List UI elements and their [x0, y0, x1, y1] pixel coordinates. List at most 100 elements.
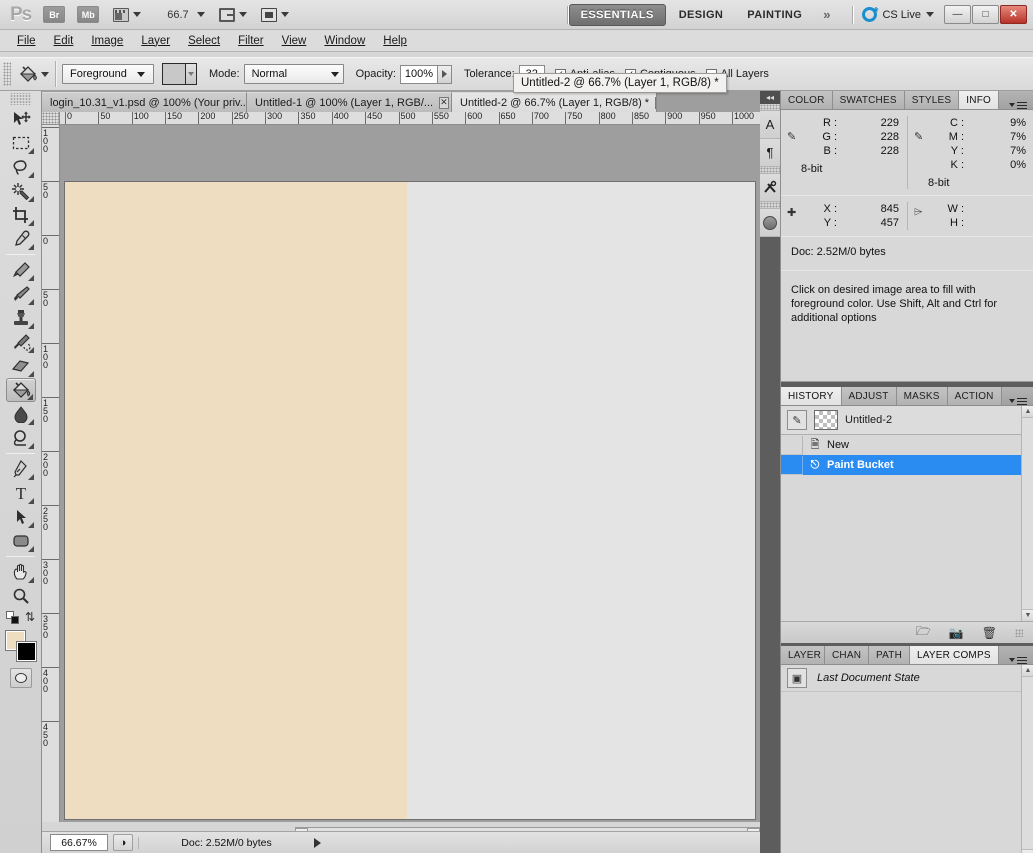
tab-history[interactable]: HISTORY [781, 387, 842, 405]
dock-group-grip[interactable] [760, 167, 780, 174]
history-state-row-new[interactable]: 🗎 New [781, 435, 1033, 455]
history-brush-tool[interactable] [6, 330, 36, 354]
history-panel-body[interactable]: ✎ Untitled-2 🗎 New ⎋ Paint Bucket ▲ ▼ [781, 406, 1033, 621]
launch-bridge-button[interactable]: Br [43, 6, 66, 23]
menu-view[interactable]: View [273, 33, 316, 49]
maximize-button[interactable]: □ [972, 5, 999, 24]
path-selection-tool[interactable] [6, 505, 36, 529]
status-menu-triangle-icon[interactable] [314, 837, 321, 848]
close-icon[interactable]: ✕ [655, 96, 656, 109]
new-snapshot-button[interactable]: 📷 [949, 626, 964, 640]
history-panel-menu-button[interactable] [1003, 397, 1033, 405]
workspace-essentials[interactable]: ESSENTIALS [568, 3, 666, 26]
brush-tool[interactable] [6, 282, 36, 306]
status-proof-icon[interactable]: ◑ [113, 834, 133, 851]
fill-source-select[interactable]: Foreground [62, 64, 154, 84]
layer-comp-row[interactable]: ▣ Last Document State [781, 665, 1033, 692]
menu-select[interactable]: Select [179, 33, 229, 49]
horizontal-ruler[interactable]: 0 50 100 150 200 250 300 350 400 450 500 550 600 650 7… [60, 112, 760, 125]
quick-selection-tool[interactable] [6, 179, 36, 203]
move-tool[interactable] [6, 107, 36, 131]
scroll-up-arrow-icon[interactable]: ▲ [1022, 665, 1033, 677]
zoom-tool[interactable] [6, 584, 36, 608]
menu-layer[interactable]: Layer [132, 33, 179, 49]
menu-edit[interactable]: Edit [45, 33, 83, 49]
document-tab-untitled-2[interactable]: Untitled-2 @ 66.7% (Layer 1, RGB/8) * ✕ [452, 92, 657, 112]
minimize-button[interactable]: — [944, 5, 971, 24]
canvas-filled-region[interactable] [65, 182, 407, 819]
expand-dock-icon[interactable]: ◂◂ [760, 91, 780, 104]
scroll-down-arrow-icon[interactable]: ▼ [1022, 609, 1033, 621]
dodge-tool[interactable] [6, 426, 36, 450]
history-snapshot-row[interactable]: ✎ Untitled-2 [781, 406, 1033, 435]
history-brush-toggle[interactable] [781, 435, 803, 455]
eyedropper-tool[interactable] [6, 227, 36, 251]
close-button[interactable]: ✕ [1000, 5, 1027, 24]
tab-masks[interactable]: MASKS [896, 387, 948, 405]
tab-layers[interactable]: LAYER [781, 646, 825, 664]
ruler-origin-corner[interactable] [42, 112, 60, 125]
horizontal-type-tool[interactable]: T [6, 481, 36, 505]
default-colors-icon[interactable] [5, 610, 19, 624]
menu-file[interactable]: File [8, 33, 45, 49]
canvas-area[interactable] [60, 125, 760, 822]
resize-grip[interactable] [1015, 628, 1023, 637]
tab-channels[interactable]: CHAN [825, 646, 869, 664]
history-brush-toggle[interactable] [781, 455, 803, 475]
history-state-row-paint-bucket[interactable]: ⎋ Paint Bucket [781, 455, 1033, 475]
arrange-documents-button[interactable] [218, 7, 247, 22]
new-document-from-state-button[interactable]: 🗁 [916, 622, 931, 643]
workspace-design[interactable]: DESIGN [668, 5, 735, 25]
options-bar-grip[interactable] [3, 62, 11, 86]
quick-mask-button[interactable] [9, 668, 32, 688]
more-workspaces-icon[interactable]: » [815, 7, 838, 22]
paint-bucket-tool[interactable] [5, 378, 36, 402]
layer-comps-panel-menu-button[interactable] [1003, 656, 1033, 664]
menu-filter[interactable]: Filter [229, 33, 273, 49]
blend-mode-select[interactable]: Normal [243, 64, 344, 84]
fill-pattern-swatch[interactable] [162, 63, 197, 85]
layer-comps-body[interactable]: ▣ Last Document State ▲ ▼ [781, 665, 1033, 853]
document-tab-login-psd[interactable]: login_10.31_v1.psd @ 100% (Your priv... … [42, 92, 247, 112]
character-panel-icon[interactable]: A [760, 111, 780, 139]
rounded-rectangle-tool[interactable] [6, 529, 36, 553]
background-color-swatch[interactable] [15, 641, 37, 662]
menu-window[interactable]: Window [315, 33, 374, 49]
tool-presets-panel-icon[interactable] [760, 174, 780, 202]
scroll-up-arrow-icon[interactable]: ▲ [1022, 406, 1033, 418]
menu-help[interactable]: Help [374, 33, 416, 49]
eraser-tool[interactable] [6, 354, 36, 378]
workspace-painting[interactable]: PAINTING [736, 5, 813, 25]
canvas-unfilled-region[interactable] [407, 182, 755, 819]
history-brush-source-icon[interactable]: ✎ [787, 410, 807, 430]
scroll-down-arrow-icon[interactable]: ▼ [1022, 849, 1033, 853]
tab-paths[interactable]: PATH [869, 646, 910, 664]
clone-stamp-tool[interactable] [6, 306, 36, 330]
tab-layer-comps[interactable]: LAYER COMPS [910, 646, 999, 664]
tool-preset-chevron-icon[interactable] [41, 71, 49, 77]
toolbox-grip[interactable] [10, 93, 31, 105]
opacity-stepper[interactable] [437, 64, 452, 84]
spot-healing-brush-tool[interactable] [6, 258, 36, 282]
menu-image[interactable]: Image [82, 33, 132, 49]
rectangular-marquee-tool[interactable] [6, 131, 36, 155]
color-swatches[interactable] [4, 630, 37, 662]
hand-tool[interactable] [6, 560, 36, 584]
paragraph-panel-icon[interactable]: ¶ [760, 139, 780, 167]
swap-colors-icon[interactable]: ⇅ [25, 610, 35, 624]
dock-group-grip[interactable] [760, 202, 780, 209]
close-icon[interactable]: ✕ [439, 96, 449, 109]
tab-color[interactable]: COLOR [781, 91, 833, 109]
cs-live-button[interactable]: CS Live [862, 4, 934, 22]
history-scrollbar[interactable]: ▲ ▼ [1021, 406, 1033, 621]
crop-tool[interactable] [6, 203, 36, 227]
tab-swatches[interactable]: SWATCHES [832, 91, 905, 109]
vertical-ruler[interactable]: 100 50 0 50 100 150 200 250 300 350 400 450 [42, 125, 60, 822]
lasso-tool[interactable] [6, 155, 36, 179]
document-canvas[interactable] [65, 182, 755, 819]
view-extras-button[interactable] [113, 7, 142, 22]
tab-adjustments[interactable]: ADJUST [841, 387, 897, 405]
zoom-chevron-down-icon[interactable] [196, 12, 205, 17]
launch-mini-bridge-button[interactable]: Mb [77, 6, 100, 23]
pen-tool[interactable] [6, 457, 36, 481]
